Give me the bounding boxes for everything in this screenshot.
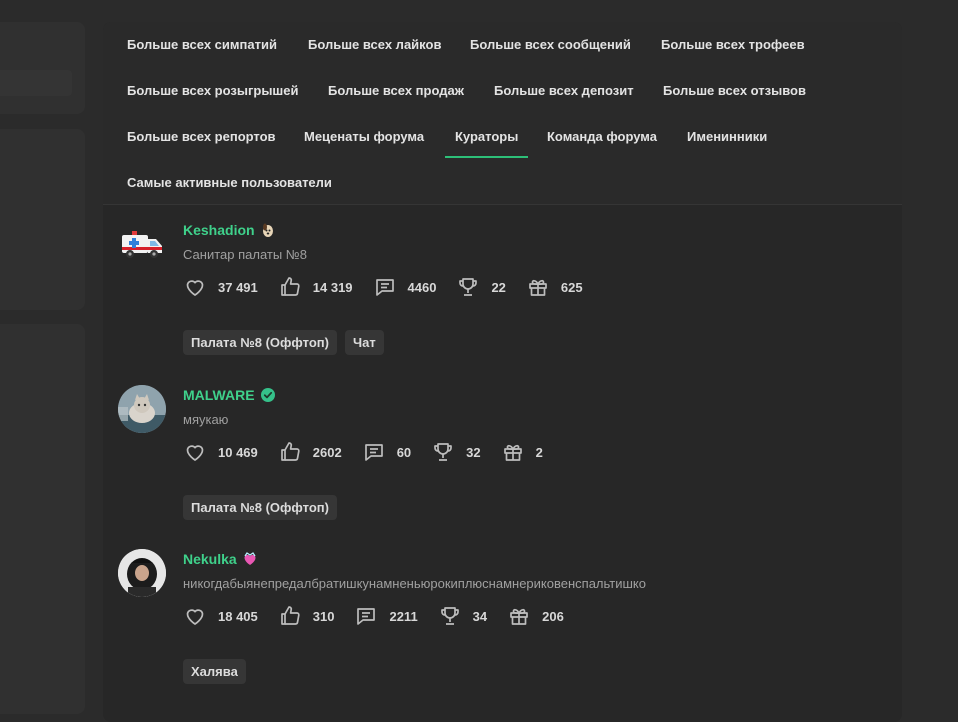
member-tags: Халява (183, 659, 246, 684)
stat-likes: 2602 (278, 440, 342, 464)
avatar[interactable] (118, 549, 166, 597)
tag-chip[interactable]: Палата №8 (Оффтоп) (183, 495, 337, 520)
tab-curators[interactable]: Кураторы (444, 129, 529, 158)
message-icon (357, 608, 376, 625)
member-stats: 10 469 2602 60 32 2 (183, 440, 563, 464)
member-tags: Палата №8 (Оффтоп) (183, 495, 337, 520)
stat-value: 2 (535, 444, 543, 460)
stat-value: 32 (466, 444, 481, 460)
tab-birthdays[interactable]: Именинники (687, 129, 767, 144)
stat-value: 2211 (389, 608, 418, 624)
tag-chip[interactable]: Палата №8 (Оффтоп) (183, 330, 337, 355)
thumbs-up-icon (280, 277, 300, 296)
sidebar-block-middle (0, 129, 85, 310)
sidebar-placeholder-bar (0, 70, 72, 96)
verified-check-icon (260, 388, 275, 402)
gift-icon (510, 608, 528, 625)
member-row: Nekulka никогдабыянепредалбратишкунамнен… (103, 534, 902, 704)
tab-most-deposit[interactable]: Больше всех депозит (494, 83, 634, 98)
thumbs-up-icon (280, 606, 300, 625)
member-row: Keshadion Санитар палаты №8 37 491 14 31… (103, 205, 902, 365)
tag-chip[interactable]: Халява (183, 659, 246, 684)
stat-messages: 2211 (354, 604, 418, 628)
gift-icon (503, 444, 522, 461)
message-icon (375, 279, 394, 296)
stat-value: 14 319 (312, 279, 353, 295)
message-icon (364, 444, 383, 461)
member-stats: 18 405 310 2211 34 206 (183, 604, 584, 628)
tag-chip[interactable]: Чат (344, 330, 384, 355)
stat-value: 206 (542, 608, 564, 624)
members-tabs: Больше всех симпатий Больше всех лайков … (103, 22, 902, 205)
tab-forum-patrons[interactable]: Меценаты форума (304, 129, 424, 144)
stat-messages: 4460 (373, 275, 437, 299)
member-status: Санитар палаты №8 (183, 247, 307, 262)
heart-ribbon-icon (244, 552, 256, 565)
member-name-link[interactable]: Keshadion (183, 222, 276, 238)
stat-messages: 60 (362, 440, 411, 464)
sidebar-block-bottom (0, 324, 85, 714)
stat-likes: 14 319 (278, 275, 353, 299)
stat-giveaways: 2 (501, 440, 543, 464)
tab-most-sympathies[interactable]: Больше всех симпатий (127, 37, 277, 52)
member-row: MALWARE мяукаю 10 469 2602 60 32 2 Палат… (103, 370, 902, 530)
tab-most-likes[interactable]: Больше всех лайков (308, 37, 441, 52)
tab-most-giveaways[interactable]: Больше всех розыгрышей (127, 83, 298, 98)
gift-icon (529, 279, 547, 296)
tab-most-reports[interactable]: Больше всех репортов (127, 129, 276, 144)
stat-trophies: 34 (438, 604, 487, 628)
tab-most-messages[interactable]: Больше всех сообщений (470, 37, 631, 52)
ambulance-icon (122, 231, 162, 258)
tab-most-sales[interactable]: Больше всех продаж (328, 83, 464, 98)
stat-value: 4460 (407, 279, 437, 295)
stat-likes: 310 (278, 604, 335, 628)
member-stats: 37 491 14 319 4460 22 625 (183, 275, 603, 299)
stat-value: 625 (560, 279, 583, 295)
heart-icon (186, 609, 204, 625)
dog-emoji-icon (262, 223, 273, 237)
member-name[interactable]: Keshadion (183, 222, 255, 238)
members-panel: Больше всех симпатий Больше всех лайков … (103, 22, 902, 722)
avatar[interactable] (118, 220, 166, 268)
stat-value: 2602 (312, 444, 342, 460)
avatar[interactable] (118, 385, 166, 433)
stat-value: 310 (312, 608, 335, 624)
stat-value: 37 491 (218, 279, 258, 295)
stat-value: 10 469 (218, 444, 258, 460)
trophy-icon (434, 443, 453, 461)
tab-most-active-users[interactable]: Самые активные пользователи (127, 175, 332, 190)
member-status: мяукаю (183, 412, 229, 427)
tab-forum-team[interactable]: Команда форума (547, 129, 657, 144)
stat-trophies: 22 (456, 275, 506, 299)
stat-value: 18 405 (218, 608, 258, 624)
stat-value: 60 (396, 444, 412, 460)
heart-icon (186, 445, 204, 461)
member-tags: Палата №8 (Оффтоп) Чат (183, 330, 384, 355)
stat-value: 22 (491, 279, 506, 295)
stat-giveaways: 625 (526, 275, 583, 299)
member-name[interactable]: Nekulka (183, 551, 237, 567)
stat-sympathies: 18 405 (183, 604, 258, 628)
heart-icon (186, 280, 204, 296)
member-name-link[interactable]: MALWARE (183, 387, 276, 403)
stat-sympathies: 37 491 (183, 275, 258, 299)
tab-most-trophies[interactable]: Больше всех трофеев (661, 37, 805, 52)
trophy-icon (459, 278, 478, 296)
trophy-icon (440, 607, 459, 625)
member-status: никогдабыянепредалбратишкунамненьюрокипл… (183, 576, 646, 591)
stat-value: 34 (472, 608, 488, 624)
member-name-link[interactable]: Nekulka (183, 551, 258, 567)
stat-giveaways: 206 (507, 604, 564, 628)
sidebar-block-top (0, 22, 85, 114)
cat-photo-avatar (118, 385, 166, 433)
member-name[interactable]: MALWARE (183, 387, 255, 403)
tab-most-reviews[interactable]: Больше всех отзывов (663, 83, 806, 98)
stat-sympathies: 10 469 (183, 440, 258, 464)
stat-trophies: 32 (431, 440, 481, 464)
thumbs-up-icon (280, 442, 300, 461)
girl-photo-avatar (118, 549, 166, 597)
